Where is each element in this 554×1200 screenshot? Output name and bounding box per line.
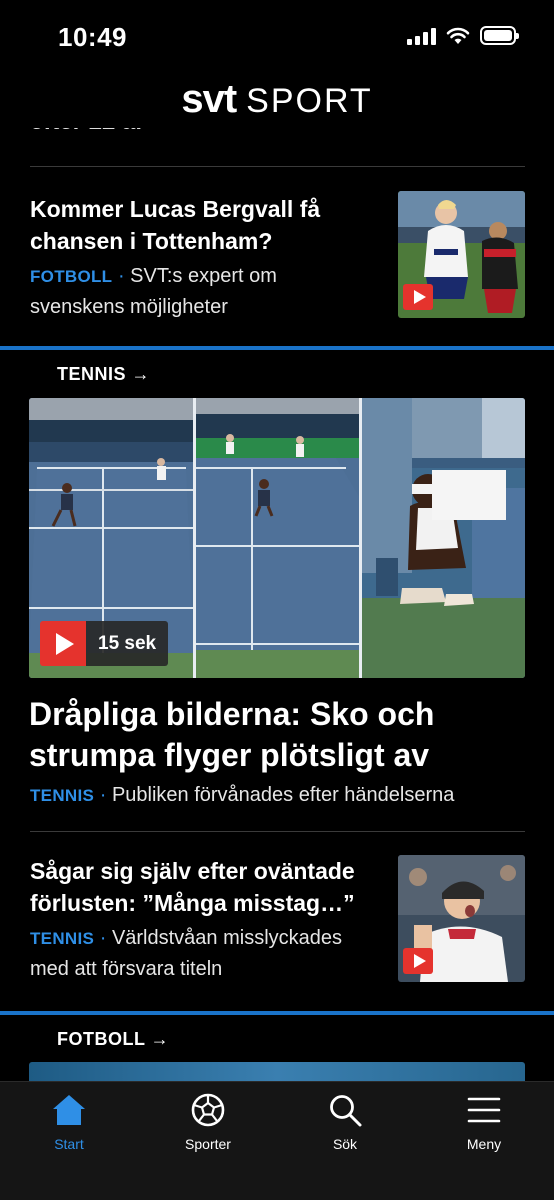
menu-icon	[467, 1097, 501, 1123]
category-label: FOTBOLL	[30, 267, 113, 286]
svt-sport-logo[interactable]: svt SPORT	[181, 77, 372, 122]
article-bergvall[interactable]: Kommer Lucas Bergvall få chansen i Totte…	[30, 193, 375, 322]
article-thumbnail-football[interactable]	[398, 191, 525, 318]
article-thumbnail-tennis[interactable]	[398, 855, 525, 982]
video-duration: 15 sek	[86, 621, 169, 666]
category-label: TENNIS	[30, 786, 95, 805]
logo-svt: svt	[181, 76, 237, 121]
tab-sok[interactable]: Sök	[295, 1092, 395, 1152]
article-title: Sågar sig själv efter oväntade förlusten…	[30, 858, 355, 916]
tab-meny[interactable]: Meny	[434, 1092, 534, 1152]
tab-sporter[interactable]: Sporter	[158, 1092, 258, 1152]
bottom-tab-bar: Start Sporter Sök Meny	[0, 1081, 554, 1200]
hero-article-title[interactable]: Dråpliga bilderna: Sko och strumpa flyge…	[29, 694, 529, 776]
category-label: TENNIS	[30, 929, 95, 948]
battery-icon	[480, 26, 519, 45]
hero-panel-right	[362, 398, 525, 678]
soccer-ball-icon	[191, 1093, 225, 1127]
home-icon	[53, 1095, 85, 1125]
hero-panel-middle	[196, 398, 359, 678]
article-meta: TENNIS · Världstvåan misslyckades med at…	[30, 927, 343, 980]
status-time: 10:49	[58, 22, 127, 52]
tab-label: Start	[54, 1136, 84, 1152]
cellular-signal-icon	[407, 27, 436, 45]
section-divider-bar	[0, 346, 554, 350]
article-title: Kommer Lucas Bergvall få chansen i Totte…	[30, 196, 321, 254]
tab-label: Meny	[466, 1136, 502, 1152]
video-play-icon	[403, 948, 433, 974]
section-link-fotboll[interactable]: FOTBOLL →	[57, 1029, 169, 1050]
tab-label: Sök	[332, 1136, 358, 1152]
section-divider-bar	[0, 1011, 554, 1015]
app-header: svt SPORT	[0, 70, 554, 128]
divider	[30, 831, 525, 832]
logo-sport: SPORT	[246, 81, 373, 120]
search-icon	[330, 1095, 362, 1127]
tab-label: Sporter	[185, 1136, 231, 1152]
tab-start[interactable]: Start	[19, 1092, 119, 1152]
status-icons	[407, 26, 519, 45]
article-meta: FOTBOLL · SVT:s expert om svenskens möjl…	[30, 265, 277, 318]
article-summary: Publiken förvånades efter händelserna	[111, 784, 455, 806]
article-varldstvaan[interactable]: Sågar sig själv efter oväntade förlusten…	[30, 855, 380, 984]
video-play-icon	[40, 621, 86, 666]
wifi-icon	[446, 27, 470, 44]
section-link-tennis[interactable]: TENNIS →	[57, 364, 150, 385]
video-duration-badge: 15 sek	[40, 621, 169, 666]
hero-article-meta: TENNIS · Publiken förvånades efter hände…	[30, 784, 455, 806]
video-play-icon	[403, 284, 433, 310]
status-bar: 10:49	[0, 0, 554, 70]
divider	[30, 166, 525, 167]
